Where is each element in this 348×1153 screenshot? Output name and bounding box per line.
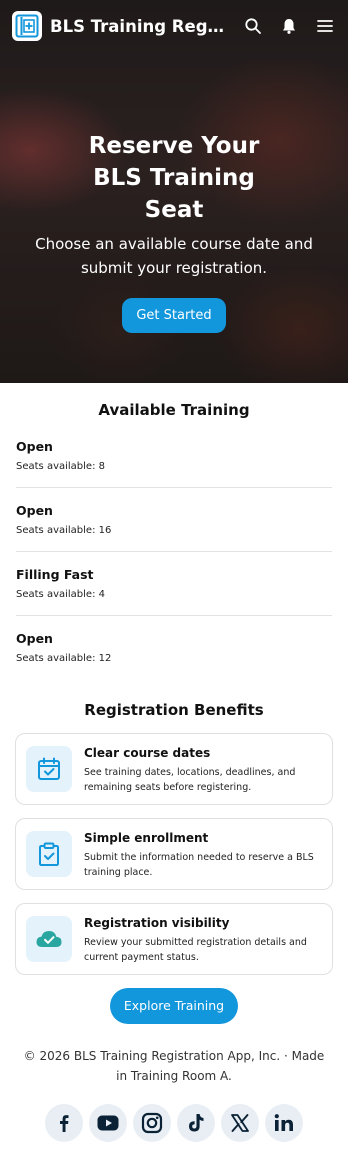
seats-available: Seats available: 16 [16, 525, 112, 536]
list-item[interactable]: Open Seats available: 16 [16, 488, 332, 552]
benefit-card-text: Simple enrollment Submit the information… [84, 831, 322, 879]
footer-copyright: © 2026 BLS Training Registration App, In… [23, 1049, 325, 1083]
list-item[interactable]: Open Seats available: 12 [16, 616, 332, 679]
hero-content: Reserve Your BLS Training Seat Choose an… [0, 130, 348, 333]
seats-available: Seats available: 4 [16, 589, 105, 600]
logo-icon[interactable] [12, 11, 42, 41]
hero-section: BLS Training Registrati… [0, 0, 348, 383]
available-training-section: Available Training Open Seats available:… [0, 383, 348, 679]
get-started-button[interactable]: Get Started [122, 298, 226, 333]
registration-benefits-section: Registration Benefits Clear course dates… [0, 679, 348, 1024]
list-item[interactable]: Filling Fast Seats available: 4 [16, 552, 332, 616]
list-item[interactable]: Open Seats available: 8 [16, 433, 332, 488]
explore-wrap: Explore Training [15, 988, 333, 1024]
benefit-card: Registration visibility Review your subm… [15, 903, 333, 975]
training-status: Filling Fast [16, 567, 94, 582]
benefit-title: Registration visibility [84, 916, 230, 930]
tiktok-icon[interactable] [177, 1104, 215, 1142]
explore-training-button[interactable]: Explore Training [109, 988, 239, 1024]
hero-title: Reserve Your BLS Training Seat [88, 133, 260, 223]
notification-icon[interactable] [278, 15, 300, 37]
hero-subtitle: Choose an available course date and subm… [35, 235, 313, 277]
x-icon[interactable] [221, 1104, 259, 1142]
page: BLS Training Registrati… [0, 0, 348, 1153]
training-status: Open [16, 631, 53, 646]
social-links [0, 1104, 348, 1142]
seats-available: Seats available: 12 [16, 653, 112, 664]
benefit-description: See training dates, locations, deadlines… [84, 767, 296, 793]
search-icon[interactable] [242, 15, 264, 37]
benefit-title: Clear course dates [84, 746, 211, 760]
linkedin-icon[interactable] [265, 1104, 303, 1142]
menu-icon[interactable] [314, 15, 336, 37]
training-list: Open Seats available: 8 Open Seats avail… [16, 433, 332, 679]
facebook-icon[interactable] [45, 1104, 83, 1142]
cloud-check-icon [26, 916, 72, 962]
youtube-icon[interactable] [89, 1104, 127, 1142]
benefit-description: Review your submitted registration detai… [84, 937, 307, 963]
seats-available: Seats available: 8 [16, 461, 105, 472]
available-training-title: Available Training [98, 401, 250, 419]
clipboard-check-icon [26, 831, 72, 877]
benefit-card: Clear course dates See training dates, l… [15, 733, 333, 805]
benefit-description: Submit the information needed to reserve… [84, 852, 314, 878]
top-icons [242, 15, 336, 37]
registration-benefits-title: Registration Benefits [84, 701, 264, 719]
benefit-card-text: Clear course dates See training dates, l… [84, 746, 322, 794]
instagram-icon[interactable] [133, 1104, 171, 1142]
app-title: BLS Training Registrati… [50, 16, 228, 36]
training-status: Open [16, 503, 53, 518]
calendar-check-icon [26, 746, 72, 792]
top-bar: BLS Training Registrati… [0, 0, 348, 52]
benefit-card-text: Registration visibility Review your subm… [84, 916, 322, 964]
footer: © 2026 BLS Training Registration App, In… [0, 1046, 348, 1142]
benefit-title: Simple enrollment [84, 831, 209, 845]
benefit-card: Simple enrollment Submit the information… [15, 818, 333, 890]
training-status: Open [16, 439, 53, 454]
